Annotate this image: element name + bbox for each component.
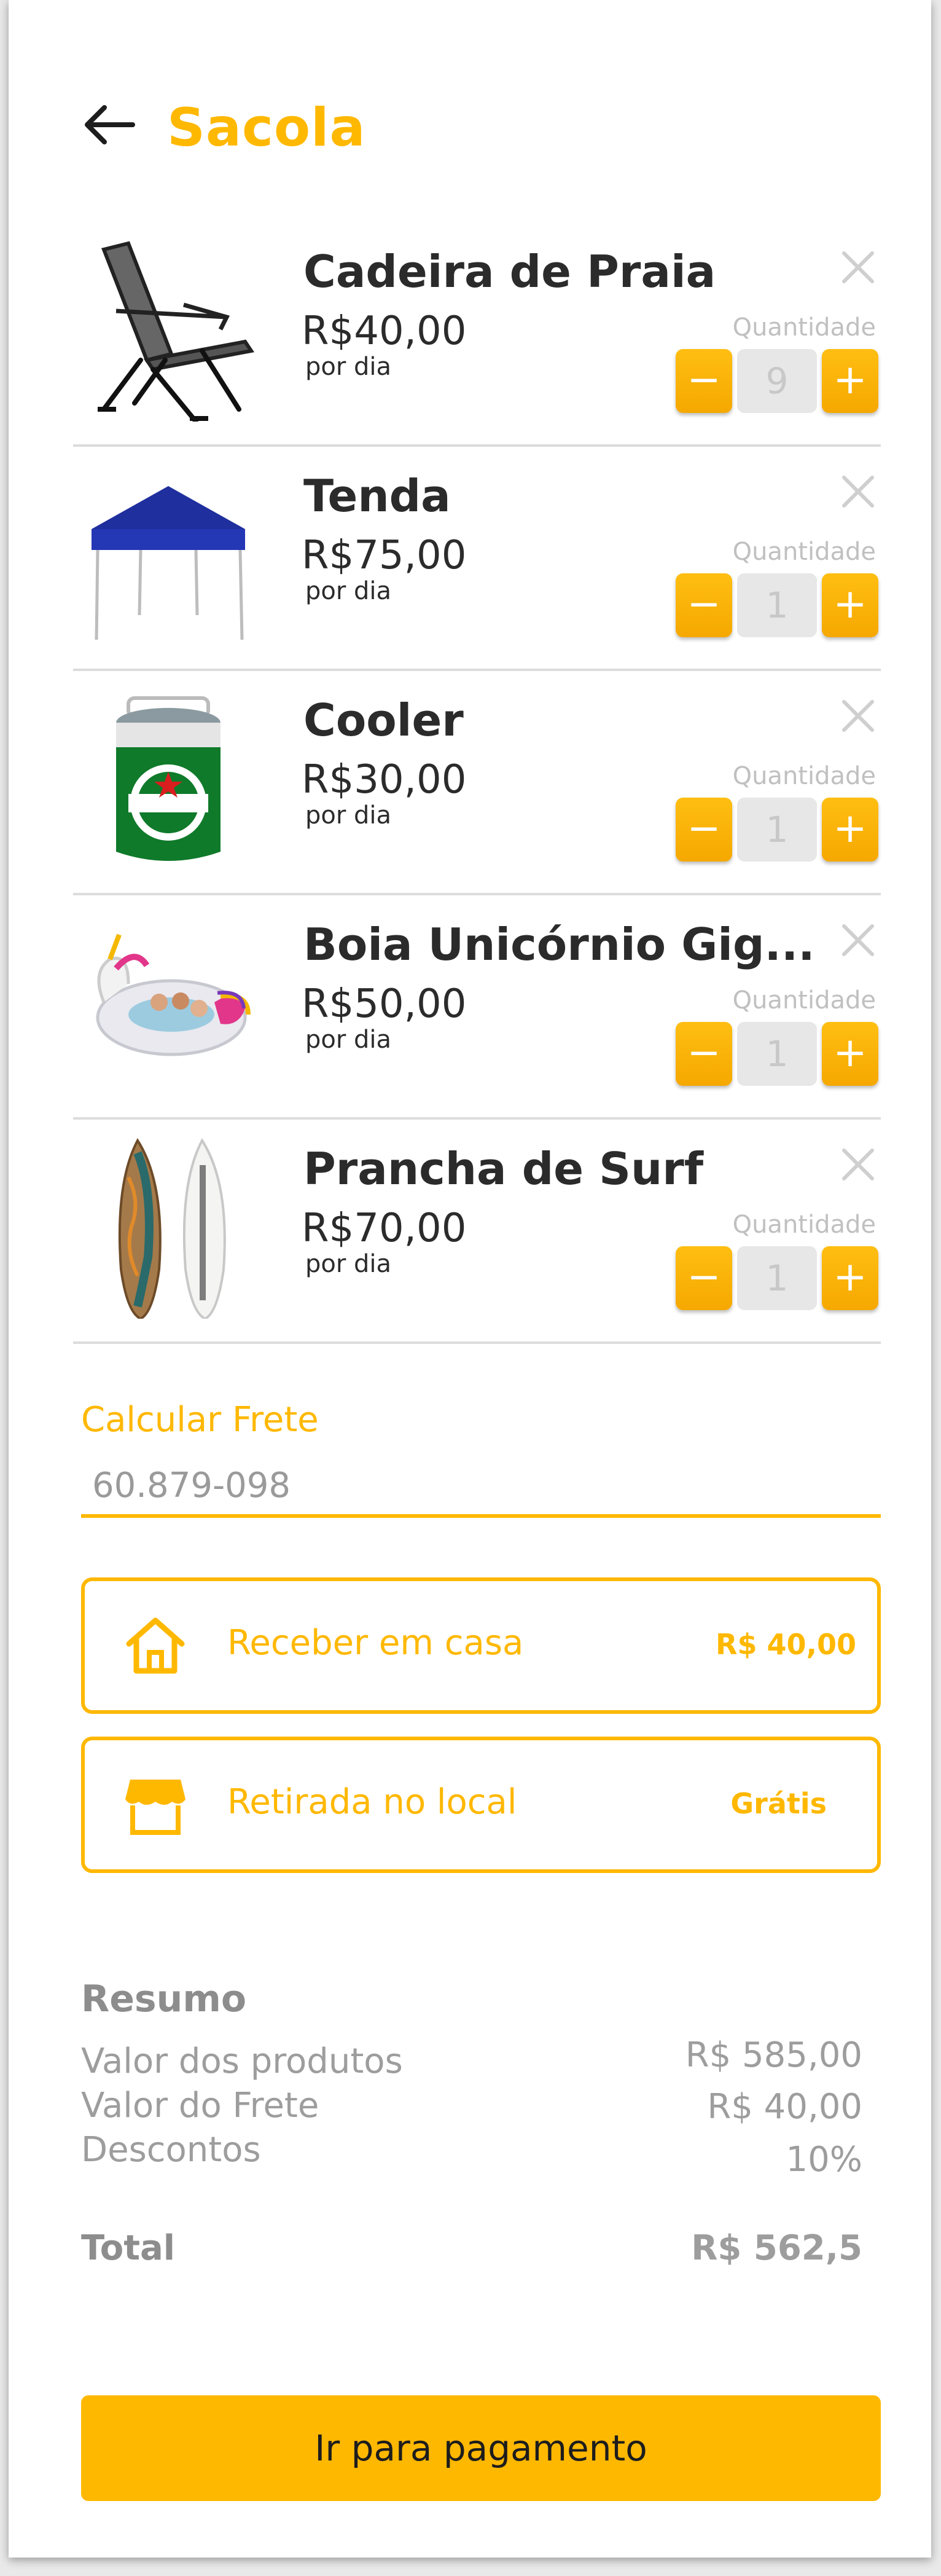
- cart-item: Cadeira de Praia R$40,00 por dia Quantid…: [73, 222, 881, 447]
- item-price: R$50,00: [302, 981, 467, 1027]
- quantity-label: Quantidade: [732, 538, 876, 566]
- close-icon: [842, 251, 874, 283]
- increase-quantity-button[interactable]: +: [822, 1022, 878, 1086]
- remove-item-button[interactable]: [837, 246, 880, 289]
- cart-list: Cadeira de Praia R$40,00 por dia Quantid…: [73, 222, 881, 1344]
- quantity-stepper: − 1 +: [676, 1246, 878, 1311]
- item-unit: por dia: [305, 801, 392, 830]
- house-icon: [122, 1612, 189, 1679]
- quantity-stepper: − 1 +: [676, 573, 878, 638]
- remove-item-button[interactable]: [837, 694, 880, 737]
- close-icon: [842, 1149, 874, 1180]
- close-icon: [842, 476, 874, 508]
- back-button[interactable]: [81, 103, 136, 146]
- increase-quantity-button[interactable]: +: [822, 573, 878, 637]
- delivery-option-store[interactable]: Retirada no local Grátis: [81, 1737, 881, 1873]
- freight-label: Calcular Frete: [81, 1400, 319, 1440]
- option-label: Receber em casa: [227, 1623, 524, 1663]
- decrease-quantity-button[interactable]: −: [676, 573, 732, 637]
- increase-quantity-button[interactable]: +: [822, 349, 878, 413]
- surfboards-image: [79, 1134, 257, 1321]
- decrease-quantity-button[interactable]: −: [676, 1022, 732, 1086]
- item-name: Cooler: [303, 694, 464, 746]
- decrease-quantity-button[interactable]: −: [676, 798, 732, 862]
- cart-item: Cooler R$30,00 por dia Quantidade − 1 +: [73, 671, 881, 895]
- item-price: R$70,00: [302, 1206, 467, 1251]
- item-name: Boia Unicórnio Gig...: [303, 919, 815, 970]
- unicorn-float-image: [79, 910, 257, 1094]
- increase-quantity-button[interactable]: +: [822, 798, 878, 862]
- page-title: Sacola: [167, 97, 366, 159]
- item-unit: por dia: [305, 577, 392, 605]
- discount-label: Descontos: [81, 2130, 261, 2170]
- cart-screen: Sacola Cadeira de Praia R$40,00 por dia: [9, 0, 931, 2558]
- item-price: R$40,00: [302, 308, 467, 354]
- item-name: Tenda: [303, 470, 451, 522]
- item-price: R$30,00: [302, 757, 467, 803]
- freight-value: R$ 40,00: [707, 2087, 862, 2127]
- quantity-value[interactable]: 1: [737, 573, 817, 637]
- store-icon: [122, 1771, 189, 1839]
- close-icon: [842, 700, 874, 732]
- remove-item-button[interactable]: [837, 1143, 880, 1186]
- quantity-value[interactable]: 1: [737, 798, 817, 862]
- products-value: R$ 585,00: [685, 2035, 862, 2075]
- freight-value-label: Valor do Frete: [81, 2086, 319, 2126]
- quantity-stepper: − 1 +: [676, 1022, 878, 1087]
- remove-item-button[interactable]: [837, 470, 880, 513]
- tent-image: [79, 461, 257, 646]
- quantity-label: Quantidade: [732, 762, 876, 790]
- option-price: Grátis: [730, 1787, 827, 1820]
- total-value: R$ 562,5: [691, 2228, 862, 2268]
- quantity-stepper: − 1 +: [676, 798, 878, 863]
- decrease-quantity-button[interactable]: −: [676, 1246, 732, 1310]
- go-to-payment-button[interactable]: Ir para pagamento: [81, 2395, 881, 2501]
- total-label: Total: [81, 2228, 175, 2268]
- option-label: Retirada no local: [227, 1782, 517, 1822]
- increase-quantity-button[interactable]: +: [822, 1246, 878, 1310]
- remove-item-button[interactable]: [837, 919, 880, 962]
- products-value-label: Valor dos produtos: [81, 2041, 403, 2081]
- delivery-option-home[interactable]: Receber em casa R$ 40,00: [81, 1577, 881, 1714]
- quantity-label: Quantidade: [732, 986, 876, 1015]
- quantity-label: Quantidade: [732, 1211, 876, 1239]
- beach-chair-image: [79, 237, 257, 424]
- item-unit: por dia: [305, 1250, 392, 1278]
- quantity-stepper: − 9 +: [676, 349, 878, 414]
- decrease-quantity-button[interactable]: −: [676, 349, 732, 413]
- cep-input[interactable]: [81, 1456, 881, 1518]
- cart-item: Boia Unicórnio Gig... R$50,00 por dia Qu…: [73, 895, 881, 1120]
- item-name: Prancha de Surf: [303, 1143, 704, 1195]
- item-price: R$75,00: [302, 533, 467, 578]
- cooler-image: [79, 686, 257, 870]
- quantity-label: Quantidade: [732, 313, 876, 342]
- arrow-left-icon: [85, 105, 135, 144]
- option-price: R$ 40,00: [716, 1628, 856, 1661]
- cart-item: Tenda R$75,00 por dia Quantidade − 1 +: [73, 447, 881, 671]
- discount-value: 10%: [786, 2140, 862, 2180]
- quantity-value[interactable]: 1: [737, 1246, 817, 1310]
- cart-item: Prancha de Surf R$70,00 por dia Quantida…: [73, 1120, 881, 1344]
- summary-title: Resumo: [81, 1977, 247, 2020]
- item-name: Cadeira de Praia: [303, 246, 716, 297]
- quantity-value[interactable]: 9: [737, 349, 817, 413]
- quantity-value[interactable]: 1: [737, 1022, 817, 1086]
- close-icon: [842, 924, 874, 956]
- header: Sacola: [9, 80, 931, 172]
- item-unit: por dia: [305, 1026, 392, 1054]
- item-unit: por dia: [305, 353, 392, 381]
